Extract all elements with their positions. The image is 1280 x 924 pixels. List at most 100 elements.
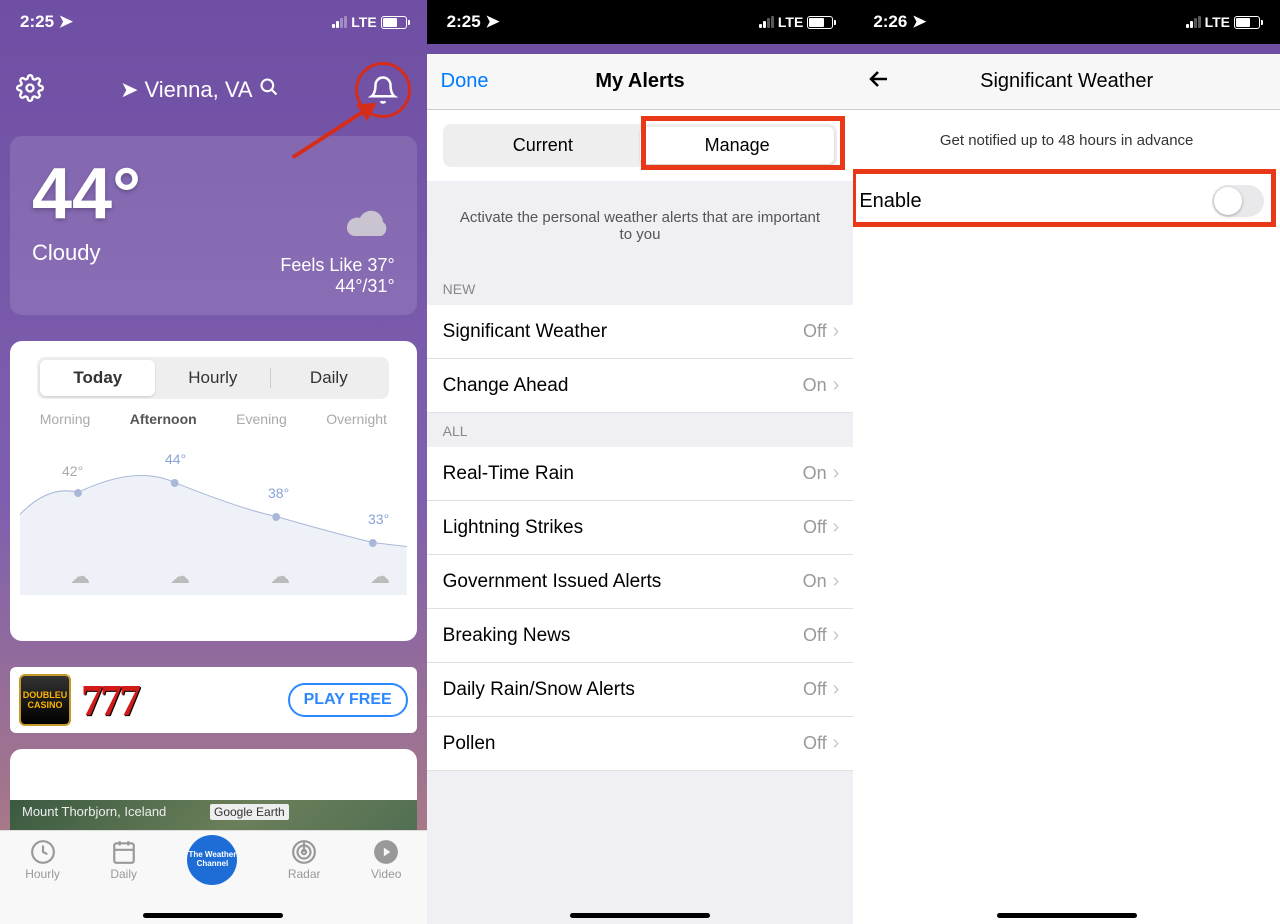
location-label: Vienna, VA <box>145 77 253 103</box>
row-breaking-news[interactable]: Breaking NewsOff› <box>427 609 854 663</box>
row-daily-rain-snow[interactable]: Daily Rain/Snow AlertsOff› <box>427 663 854 717</box>
ad-cta-button[interactable]: PLAY FREE <box>288 683 408 717</box>
weather-home-screen: 2:25 ➤ LTE ➤ Vienna, VA <box>0 0 427 924</box>
nav-bar: Significant Weather <box>853 54 1280 110</box>
temp-chart: 42° 44° 38° 33° ☁ ☁ ☁ ☁ <box>20 435 407 595</box>
cloud-night-icon: ☁ <box>270 564 290 589</box>
location-arrow-icon: ➤ <box>120 77 138 103</box>
battery-icon <box>1234 16 1260 29</box>
ad-logo: DOUBLEU CASINO <box>19 674 71 726</box>
enable-toggle[interactable] <box>1212 185 1264 217</box>
part-morning[interactable]: Morning <box>40 411 91 427</box>
chevron-right-icon: › <box>833 320 840 343</box>
chevron-right-icon: › <box>833 516 840 539</box>
row-lightning[interactable]: Lightning StrikesOff› <box>427 501 854 555</box>
part-afternoon[interactable]: Afternoon <box>130 411 197 427</box>
row-change-ahead[interactable]: Change AheadOn› <box>427 359 854 413</box>
chevron-right-icon: › <box>833 678 840 701</box>
tab-daily[interactable]: Daily <box>271 360 386 396</box>
tab-daily[interactable]: Daily <box>110 839 137 881</box>
cloud-icon: ☁ <box>170 564 190 589</box>
location-services-icon: ➤ <box>485 12 499 32</box>
chevron-right-icon: › <box>833 374 840 397</box>
temperature: 44° <box>32 158 141 230</box>
tab-bar: Hourly Daily The Weather Channel Radar V… <box>0 830 427 924</box>
clock-icon <box>30 839 56 865</box>
video-source: Google Earth <box>210 804 289 820</box>
forecast-card: Today Hourly Daily Morning Afternoon Eve… <box>10 341 417 641</box>
home-indicator[interactable] <box>143 913 283 918</box>
done-button[interactable]: Done <box>441 70 489 93</box>
ad-sevens: 777 <box>81 675 138 726</box>
chevron-right-icon: › <box>833 462 840 485</box>
alerts-bell-button[interactable] <box>355 62 411 118</box>
significant-weather-screen: 2:26 ➤ LTE Significant Weather Get notif… <box>853 0 1280 924</box>
location-button[interactable]: ➤ Vienna, VA <box>120 77 278 103</box>
my-alerts-screen: 2:25 ➤ LTE Done My Alerts Current Manage… <box>427 0 854 924</box>
back-button[interactable] <box>867 66 891 98</box>
enable-label: Enable <box>859 190 921 213</box>
tab-hourly[interactable]: Hourly <box>25 839 60 881</box>
battery-icon <box>807 16 833 29</box>
section-all: ALL <box>427 413 854 447</box>
page-title: Significant Weather <box>980 70 1153 93</box>
background-peek <box>427 44 854 54</box>
signal-icon <box>759 16 774 28</box>
temp-afternoon: 44° <box>165 451 186 467</box>
condition-label: Cloudy <box>32 240 141 266</box>
radar-icon <box>291 839 317 865</box>
page-title: My Alerts <box>595 70 684 93</box>
network-label: LTE <box>351 14 376 30</box>
chevron-right-icon: › <box>833 624 840 647</box>
row-real-time-rain[interactable]: Real-Time RainOn› <box>427 447 854 501</box>
play-icon <box>373 839 399 865</box>
home-indicator[interactable] <box>570 913 710 918</box>
tab-hourly[interactable]: Hourly <box>155 360 270 396</box>
twc-logo-icon: The Weather Channel <box>187 835 237 885</box>
high-low: 44°/31° <box>280 276 394 297</box>
cloud-icon <box>280 206 394 247</box>
nav-bar: Done My Alerts <box>427 54 854 110</box>
section-new: NEW <box>427 271 854 305</box>
video-location: Mount Thorbjorn, Iceland <box>22 804 166 819</box>
chevron-right-icon: › <box>833 732 840 755</box>
row-government-alerts[interactable]: Government Issued AlertsOn› <box>427 555 854 609</box>
home-indicator[interactable] <box>997 913 1137 918</box>
background-peek <box>853 44 1280 54</box>
tab-radar[interactable]: Radar <box>288 839 321 881</box>
ad-banner[interactable]: DOUBLEU CASINO 777 PLAY FREE <box>10 667 417 733</box>
status-bar: 2:26 ➤ LTE <box>853 0 1280 44</box>
temp-overnight: 33° <box>368 511 389 527</box>
location-services-icon: ➤ <box>59 12 73 32</box>
row-pollen[interactable]: PollenOff› <box>427 717 854 771</box>
settings-icon[interactable] <box>16 74 44 107</box>
part-evening[interactable]: Evening <box>236 411 287 427</box>
status-bar: 2:25 ➤ LTE <box>427 0 854 44</box>
location-services-icon: ➤ <box>912 12 926 32</box>
tab-today[interactable]: Today <box>40 360 155 396</box>
calendar-icon <box>111 839 137 865</box>
signal-icon <box>1186 16 1201 28</box>
segment-manage[interactable]: Manage <box>640 127 834 164</box>
alerts-description: Activate the personal weather alerts tha… <box>427 181 854 271</box>
tab-video[interactable]: Video <box>371 839 401 881</box>
part-overnight[interactable]: Overnight <box>326 411 387 427</box>
video-heading: Video <box>10 749 417 800</box>
advance-notice-label: Get notified up to 48 hours in advance <box>853 110 1280 171</box>
row-significant-weather[interactable]: Significant WeatherOff› <box>427 305 854 359</box>
dayparts: Morning Afternoon Evening Overnight <box>20 411 407 427</box>
feels-like: Feels Like 37° <box>280 255 394 276</box>
enable-row: Enable <box>853 171 1280 231</box>
temp-morning: 42° <box>62 463 83 479</box>
cloud-night-icon: ☁ <box>370 564 390 589</box>
current-conditions-card[interactable]: 44° Cloudy Feels Like 37° 44°/31° <box>10 136 417 315</box>
search-icon <box>259 77 279 103</box>
chevron-right-icon: › <box>833 570 840 593</box>
tab-home[interactable]: The Weather Channel <box>187 835 237 885</box>
cloud-icon: ☁ <box>70 564 90 589</box>
segment-current[interactable]: Current <box>446 127 640 164</box>
alert-segment-wrap: Current Manage <box>427 110 854 181</box>
forecast-segment: Today Hourly Daily <box>37 357 389 399</box>
battery-icon <box>381 16 407 29</box>
arrow-left-icon <box>867 67 891 91</box>
